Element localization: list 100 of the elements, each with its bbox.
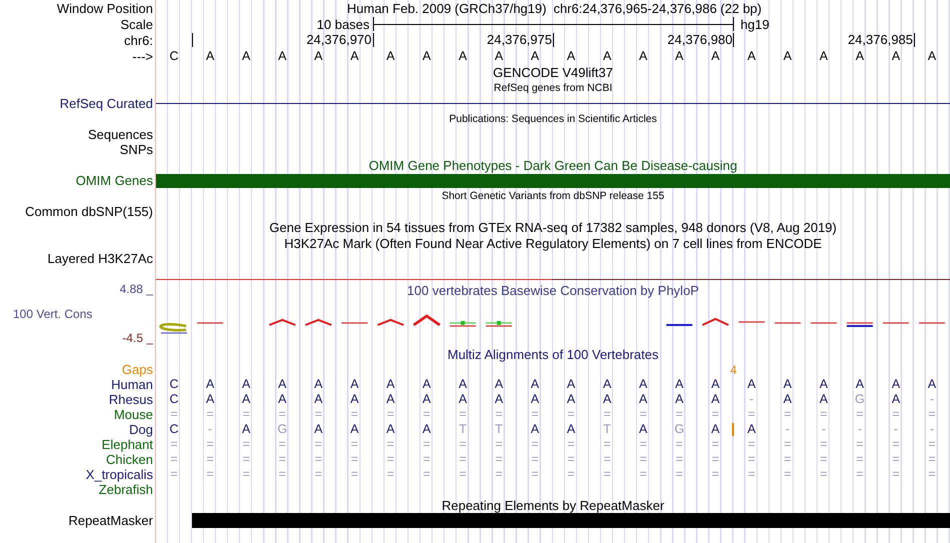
aligned-base: = [892, 437, 900, 452]
track-label[interactable]: RepeatMasker [68, 513, 153, 528]
aligned-base: A [566, 392, 576, 407]
aligned-base: A [566, 422, 576, 437]
track-label[interactable]: RefSeq Curated [60, 96, 153, 111]
aligned-base: = [206, 452, 214, 467]
aligned-base: = [531, 467, 539, 482]
species-label[interactable]: Chicken [106, 452, 153, 467]
aligned-base: = [784, 452, 792, 467]
track-label[interactable]: Common dbSNP(155) [25, 204, 153, 219]
position-tick: 24,376,970 [306, 33, 374, 47]
aligned-base: A [314, 392, 323, 407]
aligned-base: A [928, 377, 936, 392]
aligned-base: T [458, 422, 467, 437]
species-label[interactable]: Zebrafish [98, 482, 153, 497]
species-label[interactable]: Mouse [114, 407, 153, 422]
aligned-base: = [242, 407, 250, 422]
track-label[interactable]: Sequences [88, 127, 153, 142]
assembly-title: Human Feb. 2009 (GRCh37/hg19) [347, 0, 546, 16]
species-label[interactable]: Rhesus [108, 392, 153, 407]
track-label[interactable]: OMIM Genes [76, 173, 153, 188]
aligned-base: = [603, 452, 611, 467]
aligned-base: A [711, 422, 720, 437]
aligned-base: - [930, 422, 934, 437]
track-title: GENCODE V49lift37 [493, 64, 613, 80]
aligned-base: = [423, 467, 430, 482]
aligned-base: A [242, 422, 250, 437]
position-tick: 24,376,985 [848, 33, 915, 47]
aligned-base: A [350, 392, 359, 407]
position-range: chr6:24,376,965-24,376,986 (22 bp) [553, 0, 762, 16]
aligned-base: A [747, 377, 756, 392]
species-label[interactable]: Human [111, 377, 153, 392]
aligned-base: = [784, 407, 792, 422]
aligned-base: = [856, 467, 864, 482]
aligned-base: = [640, 452, 647, 467]
aligned-base: = [531, 407, 539, 422]
aligned-base: = [820, 467, 828, 482]
aligned-base: C [170, 422, 179, 437]
aligned-base: = [495, 437, 503, 452]
aligned-base: = [928, 467, 936, 482]
aligned-base: = [350, 467, 358, 482]
aligned-base: A [675, 392, 684, 407]
aligned-base: - [749, 392, 754, 407]
track-title: OMIM Gene Phenotypes - Dark Green Can Be Disease-causing [368, 158, 738, 172]
axis-max-label: 4.88 _ [120, 282, 153, 297]
species-label[interactable]: X_tropicalis [86, 467, 153, 482]
aligned-base: = [748, 452, 756, 467]
aligned-base: A [350, 422, 359, 437]
species-label[interactable]: Elephant [102, 437, 153, 452]
aligned-base: = [278, 407, 286, 422]
aligned-base: = [459, 452, 466, 467]
track-label[interactable]: 100 Vert. Cons [0, 306, 92, 322]
aligned-base: A [422, 422, 431, 437]
aligned-base: = [459, 467, 466, 482]
aligned-base: = [242, 467, 250, 482]
aligned-base: G [674, 422, 684, 437]
aligned-base: = [278, 467, 286, 482]
base-letter: A [928, 48, 936, 64]
aligned-base: = [386, 467, 394, 482]
aligned-base: A [530, 392, 540, 407]
aligned-base: = [712, 437, 720, 452]
track-title: Short Genetic Variants from dbSNP release 155 [442, 190, 664, 202]
position-tick: 24,376,975 [486, 33, 554, 47]
row-label: Scale [120, 16, 153, 32]
aligned-base: - [785, 422, 790, 437]
aligned-base: = [928, 452, 936, 467]
track-label[interactable]: Layered H3K27Ac [47, 251, 153, 266]
species-label[interactable]: Dog [129, 422, 153, 437]
aligned-base: = [820, 452, 828, 467]
base-letter: A [242, 48, 250, 64]
track-title: Multiz Alignments of 100 Vertebrates [447, 347, 658, 362]
aligned-base: = [459, 407, 466, 422]
base-letter: A [530, 48, 540, 64]
aligned-base: = [748, 437, 756, 452]
aligned-base: = [314, 407, 322, 422]
aligned-base: = [206, 437, 214, 452]
aligned-base: A [711, 392, 720, 407]
aligned-base: = [495, 452, 503, 467]
track-title: H3K27Ac Mark (Often Found Near Active Regulatory Elements) on 7 cell lines from ENCODE [284, 236, 822, 250]
aligned-base: T [603, 422, 611, 437]
base-letter: A [386, 48, 395, 64]
aligned-base: - [208, 422, 212, 437]
aligned-base: = [712, 452, 720, 467]
aligned-base: A [242, 392, 250, 407]
aligned-base: = [856, 452, 864, 467]
strand-label[interactable]: ---> [132, 48, 153, 64]
gap-count: 4 [730, 362, 737, 376]
aligned-base: = [314, 452, 322, 467]
aligned-base: A [422, 377, 431, 392]
aligned-base: A [711, 377, 720, 392]
base-letter: A [820, 48, 828, 64]
ruler-tick [192, 33, 194, 47]
aligned-base: - [930, 392, 934, 407]
aligned-base: = [495, 407, 503, 422]
aligned-base: G [854, 392, 865, 407]
aligned-base: A [494, 392, 504, 407]
base-letter: A [458, 48, 467, 64]
track-label[interactable]: SNPs [120, 142, 153, 157]
aligned-base: A [242, 377, 250, 392]
aligned-base: A [566, 377, 576, 392]
